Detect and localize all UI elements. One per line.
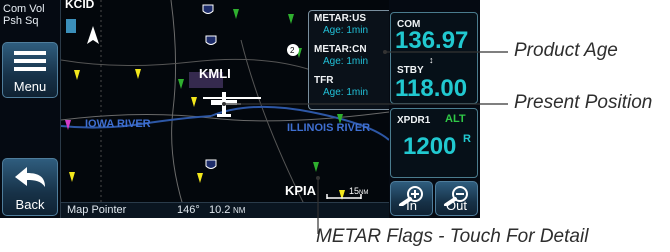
- map-pointer-distance: 10.2: [209, 204, 231, 216]
- airport-label-kmli: KMLI: [199, 66, 231, 81]
- map-scale-unit: NM: [359, 190, 369, 196]
- product-age-metar-us: Age: 1min: [323, 25, 369, 36]
- push-squelch-label: Psh Sq: [3, 15, 39, 27]
- map-scale-label: 15NM: [349, 186, 368, 196]
- svg-text:2: 2: [290, 46, 295, 55]
- map-pointer-status-bar: Map Pointer 146° 10.2 NM: [61, 202, 389, 218]
- zoom-out-label: Out: [446, 198, 467, 213]
- xpdr-reply-indicator: R: [463, 133, 471, 145]
- xpdr-mode: ALT: [445, 113, 466, 125]
- menu-button-label: Menu: [13, 79, 47, 94]
- product-age-metar-cn: Age: 1min: [323, 56, 369, 67]
- map-pointer-distance-unit: NM: [233, 206, 246, 215]
- airport-label-kpia: KPIA: [285, 183, 317, 198]
- zoom-in-button[interactable]: In: [390, 181, 433, 216]
- metar-flags[interactable]: [65, 9, 345, 200]
- menu-button[interactable]: Menu: [2, 42, 58, 98]
- com-volume-label: Com Vol: [3, 3, 45, 15]
- com-standby-frequency: 118.00: [395, 75, 468, 102]
- present-position-icon: [211, 92, 237, 117]
- back-arrow-icon: [15, 167, 45, 187]
- transponder-panel[interactable]: XPDR1 ALT 1200 R: [390, 108, 478, 178]
- frequency-swap-icon[interactable]: ↕: [429, 55, 434, 65]
- datalink-product-panel[interactable]: METAR:US Age: 1min METAR:CN Age: 1min TF…: [308, 10, 389, 110]
- river-label-illinois: ILLINOIS RIVER: [287, 122, 371, 134]
- xpdr-label: XPDR1: [397, 115, 431, 126]
- menu-list-icon: [14, 51, 46, 71]
- product-title-metar-cn: METAR:CN: [314, 44, 367, 55]
- callout-metar-flags: METAR Flags - Touch For Detail: [316, 226, 589, 247]
- com-frequency-panel[interactable]: COM 136.97 ↕ STBY 118.00: [390, 12, 478, 104]
- north-arrow-icon: [66, 19, 99, 44]
- product-age-tfr: Age: 1min: [323, 87, 369, 98]
- river-label-iowa: IOWA RIVER: [85, 118, 151, 130]
- map-pointer-bearing: 146°: [177, 204, 200, 216]
- map-pointer-label: Map Pointer: [67, 204, 127, 216]
- navigation-map[interactable]: 2 KCID KMLI KPIA IOWA RIVER ILLINOIS RIV…: [60, 0, 389, 218]
- back-button-label: Back: [15, 197, 45, 212]
- airport-label-partial: KCID: [65, 0, 95, 11]
- com-active-frequency: 136.97: [395, 27, 469, 54]
- com-volume-knob-label: Com Vol Psh Sq: [3, 3, 55, 27]
- xpdr-code: 1200: [403, 133, 457, 160]
- callout-present-position: Present Position: [514, 92, 653, 113]
- callout-product-age: Product Age: [514, 40, 618, 61]
- navigator-display: Com Vol Psh Sq Menu Back 2 KCID KMLI KPI…: [0, 0, 480, 218]
- product-title-tfr: TFR: [314, 75, 334, 86]
- back-button[interactable]: Back: [2, 158, 58, 216]
- zoom-in-label: In: [406, 198, 417, 213]
- product-title-metar-us: METAR:US: [314, 13, 367, 24]
- zoom-out-button[interactable]: Out: [435, 181, 478, 216]
- map-scale-value: 15: [349, 186, 360, 196]
